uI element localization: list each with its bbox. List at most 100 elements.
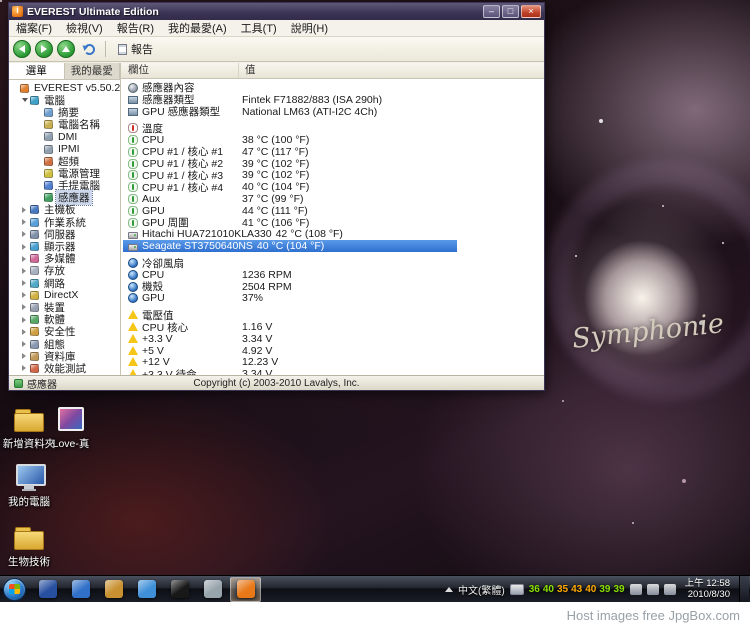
tree-item[interactable]: 效能測試 — [9, 362, 120, 374]
network-icon[interactable] — [630, 584, 642, 595]
menu-item[interactable]: 我的最愛(A) — [161, 20, 234, 36]
taskbar-clock[interactable]: 上午 12:58 2010/8/30 — [681, 578, 734, 600]
pane-tab[interactable]: 我的最愛 — [65, 63, 121, 79]
tree-item[interactable]: DMI — [9, 131, 120, 143]
row-field: Hitachi HUA721010KLA330 — [142, 228, 276, 240]
taskbar-app-glyph — [204, 580, 222, 598]
tree-expander-icon[interactable] — [22, 256, 30, 262]
minimize-button[interactable]: – — [483, 5, 500, 18]
everest-window: EVEREST Ultimate Edition – □ × 檔案(F)檢視(V… — [8, 2, 545, 391]
taskbar-app-icon-2[interactable] — [164, 577, 195, 602]
taskbar-app-icon-1[interactable] — [32, 577, 63, 602]
forward-button[interactable] — [35, 40, 53, 58]
maximize-button[interactable]: □ — [502, 5, 519, 18]
desktop-icon[interactable]: Love-真 — [42, 404, 100, 451]
media-player-icon[interactable] — [65, 577, 96, 602]
back-button[interactable] — [13, 40, 31, 58]
menu-item[interactable]: 說明(H) — [284, 20, 335, 36]
tree-expander-icon[interactable] — [22, 98, 30, 102]
tree-item-icon — [44, 145, 53, 154]
list-row[interactable]: Hitachi HUA721010KLA330 42 °C (108 °F) — [123, 229, 544, 241]
tree-expander-icon[interactable] — [22, 292, 30, 298]
list-row[interactable]: CPU #1 / 核心 #4 40 °C (104 °F) — [123, 181, 544, 193]
tree-item-icon — [30, 340, 39, 349]
status-left: 感應器 — [9, 376, 129, 391]
list-row[interactable]: +5 V 4.92 V — [123, 345, 544, 357]
video-player-icon[interactable] — [131, 577, 162, 602]
desktop-wallpaper: Symphonie 新增資料夾 Love-真 我的電腦 生物技術 — [0, 0, 750, 602]
hidden-icons-button[interactable] — [445, 587, 453, 592]
list-row[interactable]: GPU 周圍 41 °C (106 °F) — [123, 217, 544, 229]
action-center-icon[interactable] — [664, 584, 676, 595]
tree-item-icon — [30, 364, 39, 373]
start-button[interactable] — [3, 578, 26, 601]
up-button[interactable] — [57, 40, 75, 58]
menu-item[interactable]: 工具(T) — [234, 20, 284, 36]
sensor-status-icon — [14, 379, 23, 388]
tree-item-icon — [30, 230, 39, 239]
tree-item-icon — [44, 157, 53, 166]
tree-expander-icon[interactable] — [22, 365, 30, 371]
desktop-icon-glyph — [12, 522, 46, 552]
detail-pane: 欄位 值 感應器內容 感應器類型 Fintek F71882/883 (ISA — [121, 63, 544, 375]
row-value: 12.23 V — [242, 356, 544, 368]
show-desktop-button[interactable] — [739, 576, 749, 603]
desktop-icon-glyph — [12, 404, 46, 434]
list-row[interactable]: +3.3 V 3.34 V — [123, 333, 544, 345]
tree-expander-icon[interactable] — [22, 268, 30, 274]
list-row[interactable]: 機殼 2504 RPM — [123, 281, 544, 293]
tree-expander-icon[interactable] — [22, 207, 30, 213]
back-arrow-icon — [19, 45, 25, 53]
report-button[interactable]: 報告 — [112, 40, 159, 59]
window-titlebar[interactable]: EVEREST Ultimate Edition – □ × — [9, 3, 544, 20]
folder-taskbar-icon[interactable] — [98, 577, 129, 602]
tree-expander-icon[interactable] — [22, 219, 30, 225]
pane-tab[interactable]: 選單 — [9, 63, 65, 79]
list-row[interactable]: Seagate ST3750640NS 40 °C (104 °F) — [123, 240, 457, 252]
list-row[interactable]: Aux 37 °C (99 °F) — [123, 193, 544, 205]
tree-item-icon — [30, 303, 39, 312]
language-indicator[interactable]: 中文(繁體) — [458, 582, 505, 597]
list-row[interactable]: CPU 核心 1.16 V — [123, 321, 544, 333]
menu-bar: 檔案(F)檢視(V)報告(R)我的最愛(A)工具(T)說明(H) — [9, 20, 544, 37]
taskbar-app-icon-3[interactable] — [197, 577, 228, 602]
list-row[interactable]: 冷卻風扇 — [123, 257, 544, 269]
watermark-strip: Host images free JpgBox.com — [0, 602, 750, 630]
tree-item[interactable]: 電腦名稱 — [9, 119, 120, 131]
menu-item[interactable]: 檔案(F) — [9, 20, 59, 36]
list-row[interactable]: +3.3 V 待命 3.34 V — [123, 368, 544, 375]
close-button[interactable]: × — [521, 5, 541, 18]
desktop-icon[interactable]: 我的電腦 — [0, 462, 58, 509]
sensor-readouts: 36403543403939 — [529, 584, 625, 595]
menu-item[interactable]: 報告(R) — [110, 20, 161, 36]
tree-expander-icon[interactable] — [22, 280, 30, 286]
row-icon — [128, 108, 138, 116]
desktop-icon[interactable]: 生物技術 — [0, 522, 58, 569]
list-row[interactable]: GPU 37% — [123, 293, 544, 305]
tree-item-icon — [30, 315, 39, 324]
tree-expander-icon[interactable] — [22, 329, 30, 335]
volume-icon[interactable] — [647, 584, 659, 595]
list-row[interactable]: 溫度 — [123, 122, 544, 134]
tree-item[interactable]: 網路 — [9, 277, 120, 289]
tree-expander-icon[interactable] — [22, 231, 30, 237]
row-value: 1236 RPM — [242, 269, 544, 281]
list-row[interactable]: GPU 感應器類型 National LM63 (ATI-I2C 4Ch) — [123, 106, 544, 118]
column-header-value[interactable]: 值 — [239, 63, 544, 78]
row-value: 4.92 V — [242, 345, 544, 357]
taskbar-app-glyph — [39, 580, 57, 598]
refresh-button[interactable] — [79, 40, 99, 59]
tree-expander-icon[interactable] — [22, 244, 30, 250]
everest-taskbar-icon[interactable] — [230, 577, 261, 602]
tree-expander-icon[interactable] — [22, 341, 30, 347]
menu-item[interactable]: 檢視(V) — [59, 20, 110, 36]
row-icon — [128, 232, 138, 239]
tree-expander-icon[interactable] — [22, 353, 30, 359]
row-icon — [128, 218, 138, 228]
tree-expander-icon[interactable] — [22, 317, 30, 323]
ime-keyboard-icon[interactable] — [510, 584, 524, 595]
column-header-field[interactable]: 欄位 — [121, 63, 239, 78]
taskbar-app-glyph — [171, 580, 189, 598]
row-icon — [128, 357, 138, 366]
tree-expander-icon[interactable] — [22, 304, 30, 310]
